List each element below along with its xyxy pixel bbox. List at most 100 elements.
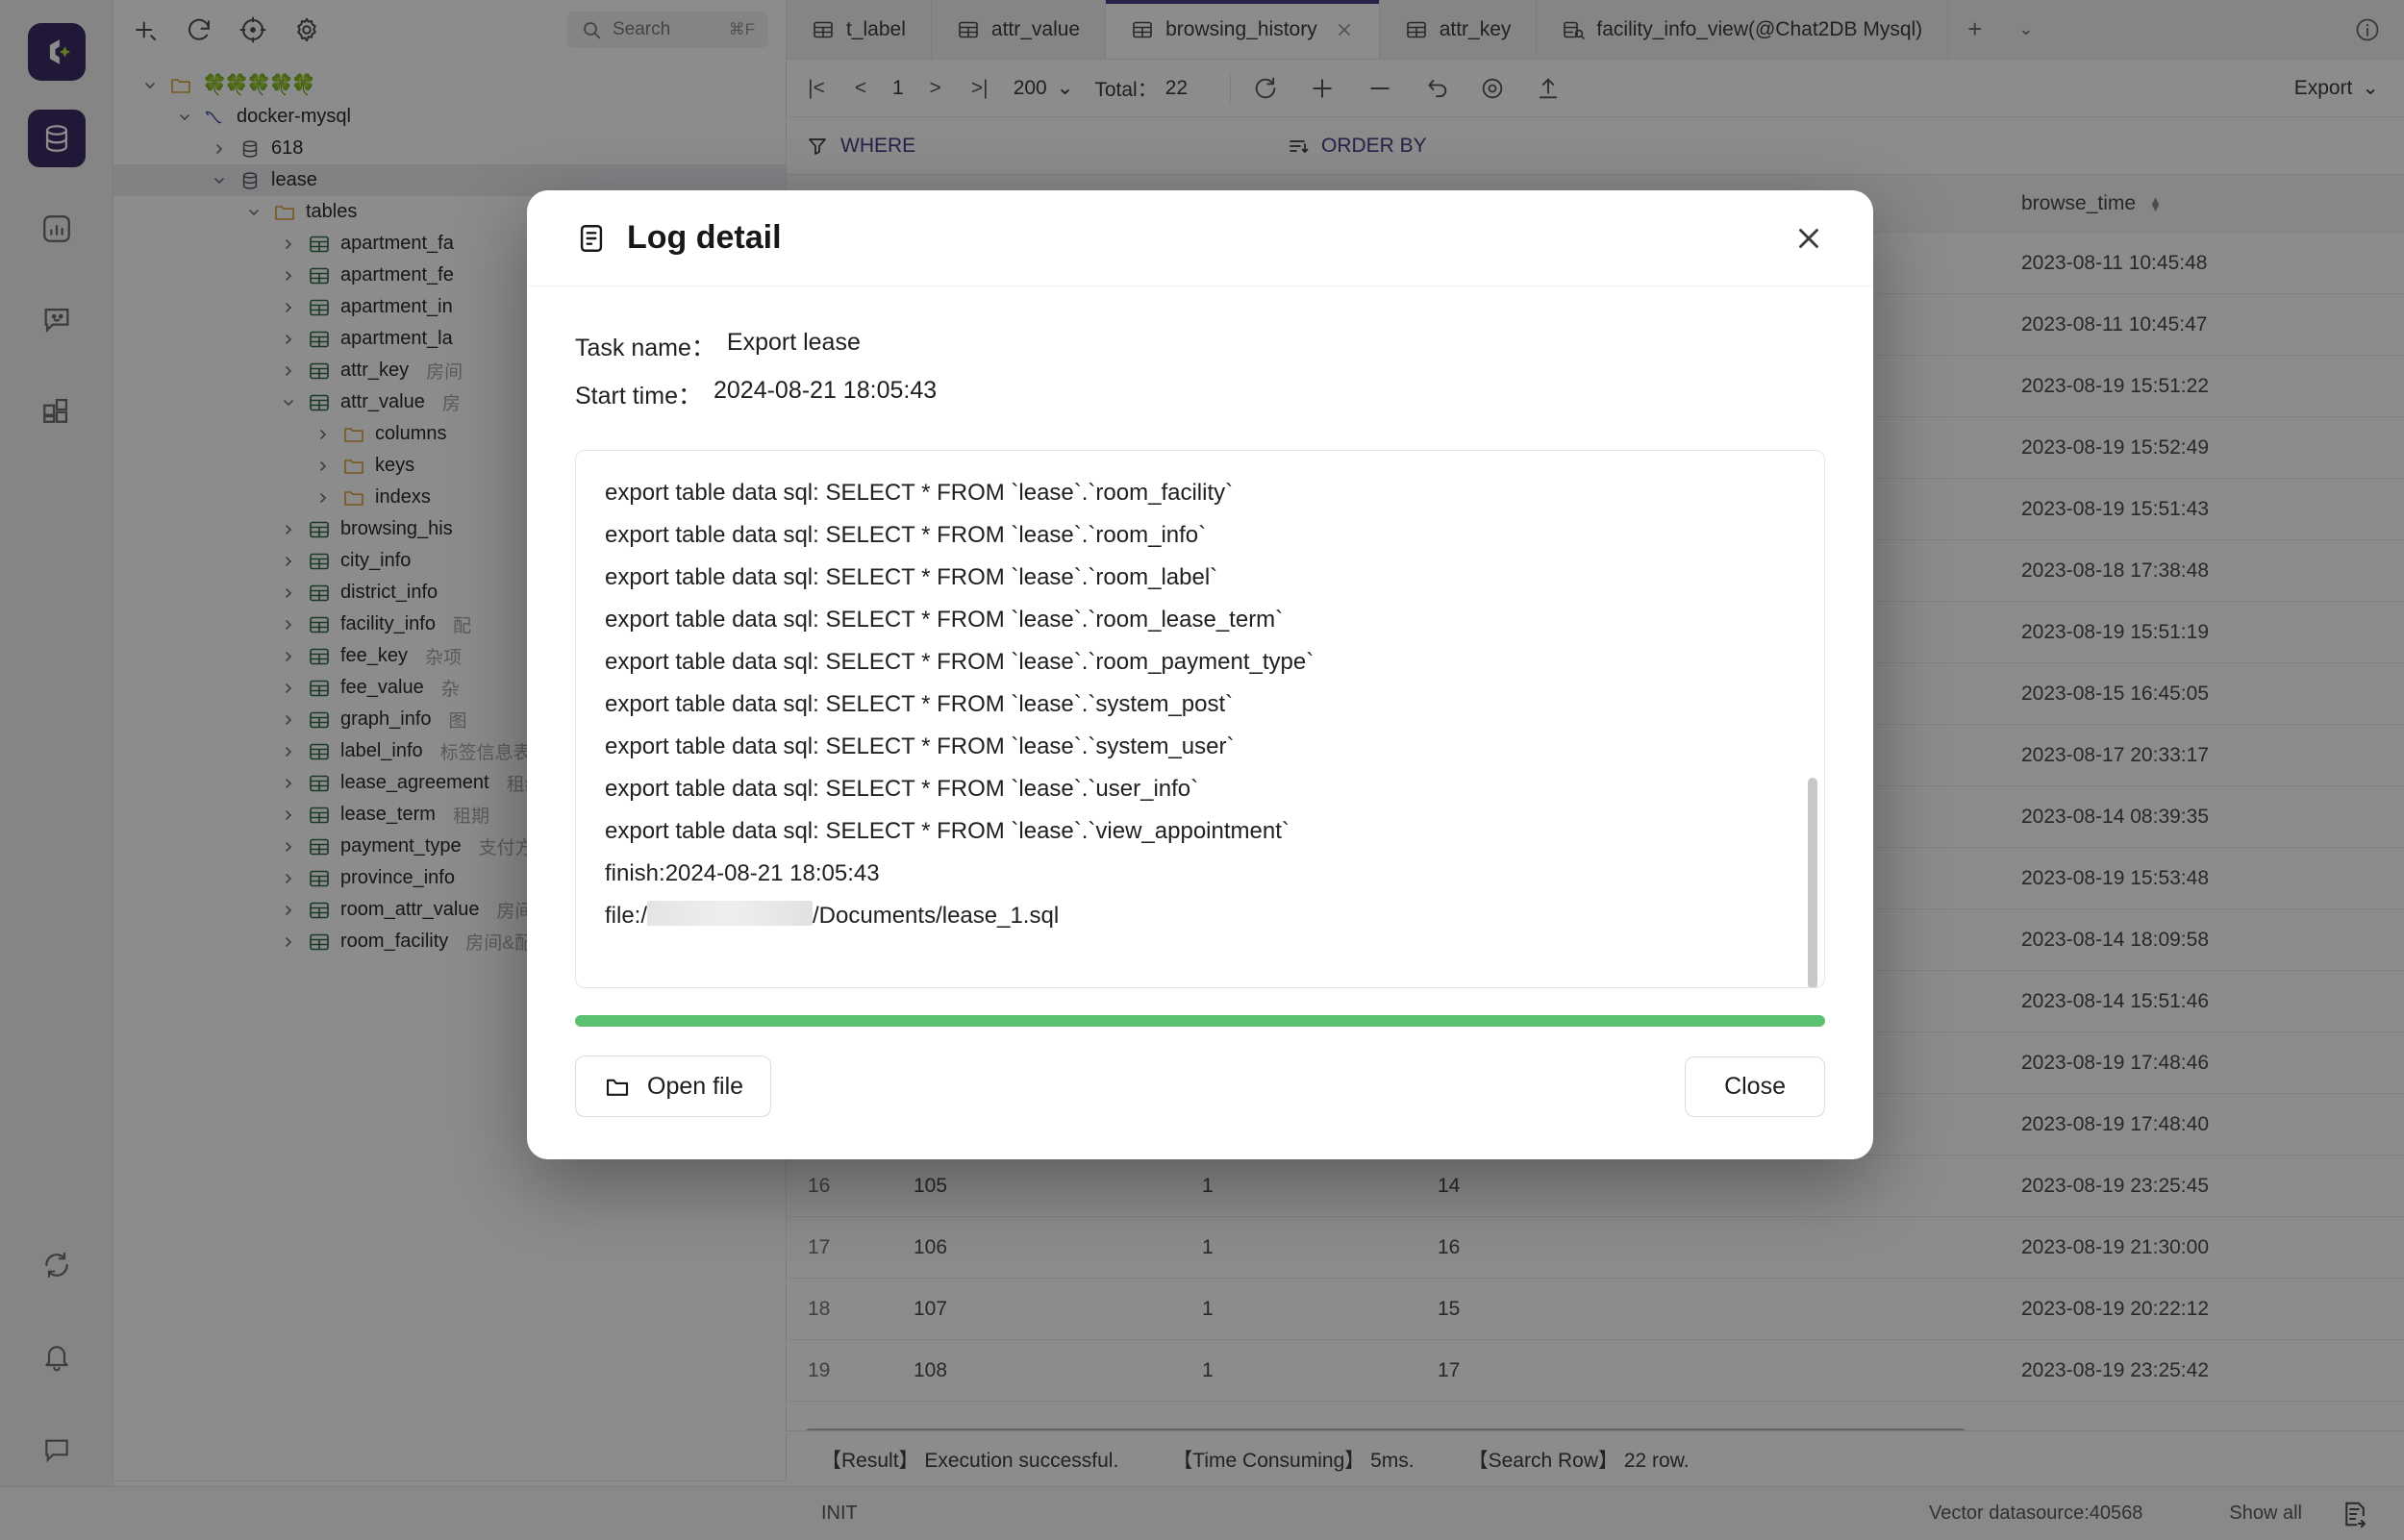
refresh-icon[interactable] — [185, 15, 213, 44]
table-row[interactable]: 17 106 1 16 2023-08-19 21:30:00 — [787, 1217, 2404, 1279]
rail-item-feedback[interactable] — [28, 1421, 86, 1478]
export-log-icon[interactable] — [2341, 1500, 2369, 1528]
log-output-area[interactable]: export table data sql: SELECT * FROM `le… — [575, 450, 1825, 988]
page-size-select[interactable]: 200 ⌄ — [1014, 76, 1095, 100]
preview-eye-icon[interactable] — [1479, 75, 1506, 102]
rail-item-apps[interactable] — [28, 381, 86, 438]
chevron-down-icon[interactable] — [140, 78, 160, 93]
chevron-right-icon[interactable] — [279, 236, 298, 252]
header-browse-time[interactable]: browse_time ▲ ▼ — [2000, 192, 2404, 215]
search-input[interactable]: Search ⌘F — [566, 12, 768, 48]
where-filter-button[interactable]: WHERE — [787, 135, 1267, 158]
tab-facility_info_view-chat2db-mysql[interactable]: facility_info_view(@Chat2DB Mysql) — [1537, 0, 1949, 59]
info-icon[interactable] — [2331, 0, 2404, 59]
tree-node-docker-mysql[interactable]: docker-mysql — [113, 101, 786, 133]
sort-toggle-icon[interactable]: ▲ ▼ — [2149, 194, 2162, 213]
cell-c[interactable]: 17 — [1416, 1359, 1671, 1382]
export-button[interactable]: Export ⌄ — [2294, 76, 2387, 100]
chevron-right-icon[interactable] — [313, 427, 333, 442]
cell-browse-time[interactable]: 2023-08-19 23:25:45 — [2000, 1175, 2404, 1198]
close-icon[interactable] — [1792, 222, 1825, 255]
chevron-right-icon[interactable] — [279, 934, 298, 950]
chevron-right-icon[interactable] — [279, 268, 298, 284]
chevron-right-icon[interactable] — [279, 807, 298, 823]
chevron-down-icon[interactable] — [279, 395, 298, 410]
chevron-right-icon[interactable] — [279, 522, 298, 537]
chevron-right-icon[interactable] — [279, 585, 298, 601]
chevron-right-icon[interactable] — [279, 776, 298, 791]
page-number[interactable]: 1 — [892, 77, 904, 100]
chevron-down-icon[interactable] — [175, 110, 194, 125]
next-page-button[interactable]: > — [923, 77, 948, 100]
table-row[interactable]: 18 107 1 15 2023-08-19 20:22:12 — [787, 1279, 2404, 1340]
cell-browse-time[interactable]: 2023-08-19 15:52:49 — [2000, 436, 2404, 460]
cell-c[interactable]: 16 — [1416, 1236, 1671, 1259]
tab-overflow-chevron-icon[interactable]: ⌄ — [2001, 0, 2050, 59]
locate-icon[interactable] — [238, 15, 267, 44]
rail-item-database[interactable] — [27, 110, 86, 167]
chevron-right-icon[interactable] — [279, 839, 298, 855]
cell-b[interactable]: 1 — [1181, 1236, 1416, 1259]
cell-c[interactable]: 15 — [1416, 1298, 1671, 1321]
chevron-right-icon[interactable] — [279, 617, 298, 633]
chat2db-logo[interactable] — [27, 23, 86, 81]
tree-node-618[interactable]: 618 — [113, 133, 786, 164]
commit-upload-icon[interactable] — [1535, 75, 1562, 102]
chevron-right-icon[interactable] — [313, 490, 333, 506]
tab-attr_value[interactable]: attr_value — [931, 0, 1107, 59]
chevron-right-icon[interactable] — [279, 300, 298, 315]
cell-browse-time[interactable]: 2023-08-19 23:25:42 — [2000, 1359, 2404, 1382]
chevron-right-icon[interactable] — [279, 903, 298, 918]
show-all-link[interactable]: Show all — [2229, 1503, 2302, 1525]
tab-attr_key[interactable]: attr_key — [1379, 0, 1538, 59]
cell-b[interactable]: 1 — [1181, 1175, 1416, 1198]
chevron-right-icon[interactable] — [279, 871, 298, 886]
cell-a[interactable]: 108 — [892, 1359, 1181, 1382]
cell-browse-time[interactable]: 2023-08-19 20:22:12 — [2000, 1298, 2404, 1321]
chevron-right-icon[interactable] — [279, 744, 298, 759]
cell-browse-time[interactable]: 2023-08-19 21:30:00 — [2000, 1236, 2404, 1259]
chevron-right-icon[interactable] — [279, 332, 298, 347]
cell-browse-time[interactable]: 2023-08-19 17:48:46 — [2000, 1052, 2404, 1075]
cell-browse-time[interactable]: 2023-08-18 17:38:48 — [2000, 559, 2404, 583]
add-row-icon[interactable] — [1308, 74, 1337, 103]
cell-browse-time[interactable]: 2023-08-17 20:33:17 — [2000, 744, 2404, 767]
rail-item-dashboard[interactable] — [28, 200, 86, 258]
chevron-right-icon[interactable] — [279, 681, 298, 696]
new-tab-button[interactable]: + — [1948, 0, 2001, 59]
cell-browse-time[interactable]: 2023-08-14 08:39:35 — [2000, 806, 2404, 829]
chevron-right-icon[interactable] — [279, 649, 298, 664]
cell-browse-time[interactable]: 2023-08-19 15:51:43 — [2000, 498, 2404, 521]
cell-b[interactable]: 1 — [1181, 1359, 1416, 1382]
cell-browse-time[interactable]: 2023-08-19 17:48:40 — [2000, 1113, 2404, 1136]
tab-t_label[interactable]: t_label — [787, 0, 932, 59]
cell-browse-time[interactable]: 2023-08-19 15:51:22 — [2000, 375, 2404, 398]
chevron-down-icon[interactable] — [210, 173, 229, 188]
close-button[interactable]: Close — [1685, 1056, 1825, 1117]
cell-browse-time[interactable]: 2023-08-19 15:53:48 — [2000, 867, 2404, 890]
cell-b[interactable]: 1 — [1181, 1298, 1416, 1321]
last-page-button[interactable]: >| — [967, 77, 992, 100]
cell-a[interactable]: 106 — [892, 1236, 1181, 1259]
rail-item-sync[interactable] — [28, 1236, 86, 1294]
rail-item-chat[interactable] — [28, 290, 86, 348]
delete-row-icon[interactable] — [1365, 74, 1394, 103]
log-scrollbar[interactable] — [1808, 778, 1817, 987]
chevron-down-icon[interactable] — [244, 205, 263, 220]
table-row[interactable]: 16 105 1 14 2023-08-19 23:25:45 — [787, 1155, 2404, 1217]
cell-browse-time[interactable]: 2023-08-19 15:51:19 — [2000, 621, 2404, 644]
cell-browse-time[interactable]: 2023-08-14 15:51:46 — [2000, 990, 2404, 1013]
undo-icon[interactable] — [1423, 75, 1450, 102]
tree-node-[interactable]: 🍀🍀🍀🍀🍀 — [113, 69, 786, 101]
chevron-right-icon[interactable] — [210, 141, 229, 157]
first-page-button[interactable]: |< — [804, 77, 829, 100]
cell-a[interactable]: 107 — [892, 1298, 1181, 1321]
open-file-button[interactable]: Open file — [575, 1056, 772, 1117]
rail-item-notifications[interactable] — [28, 1329, 86, 1386]
order-by-button[interactable]: ORDER BY — [1267, 135, 1446, 158]
table-row[interactable]: 19 108 1 17 2023-08-19 23:25:42 — [787, 1340, 2404, 1402]
cell-browse-time[interactable]: 2023-08-11 10:45:48 — [2000, 252, 2404, 275]
add-connection-icon[interactable] — [131, 15, 160, 44]
cell-a[interactable]: 105 — [892, 1175, 1181, 1198]
refresh-icon[interactable] — [1252, 75, 1279, 102]
